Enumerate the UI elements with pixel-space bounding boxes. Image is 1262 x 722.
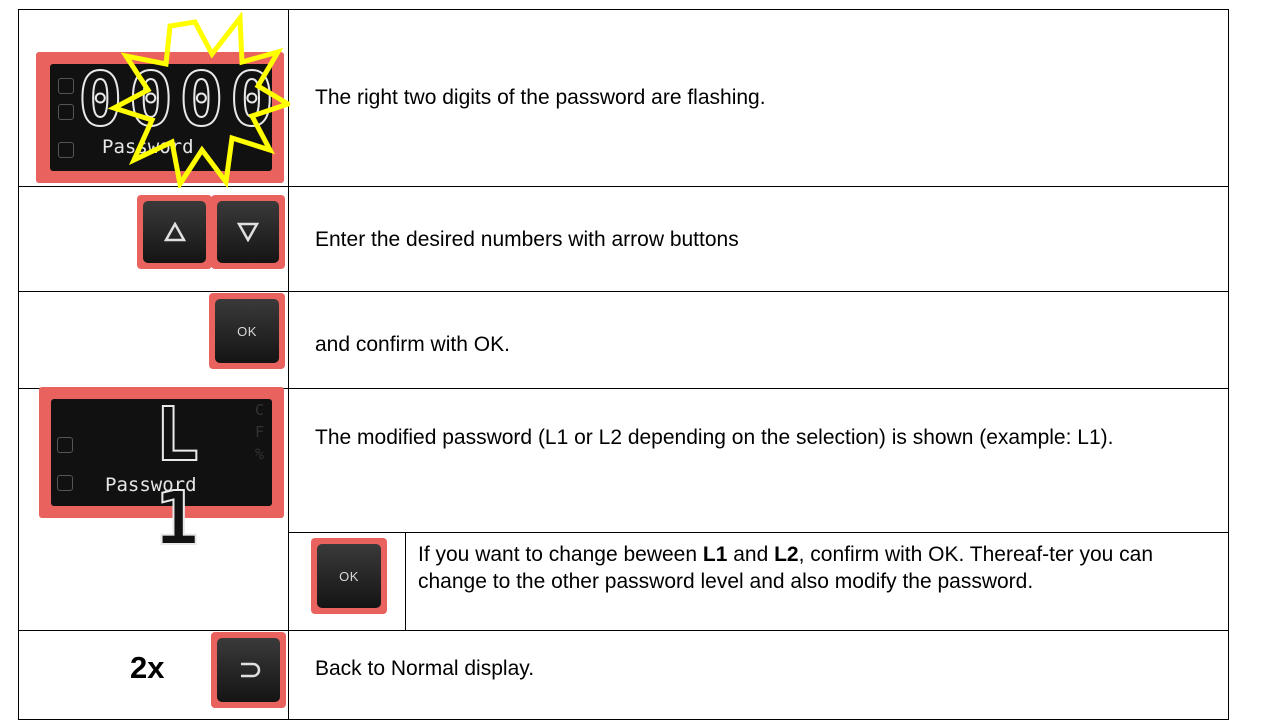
row3-text: and confirm with OK. (315, 333, 510, 356)
display-status-icon (57, 475, 73, 491)
password-display-l1: L 1 C F % Password (39, 387, 284, 562)
row4-sub-text: If you want to change beween L1 and L2, … (418, 541, 1218, 595)
side-letter: F (255, 423, 265, 441)
display-status-icon (58, 78, 74, 94)
ok-button-2[interactable]: OK (311, 538, 387, 614)
display-status-icon (58, 142, 74, 158)
return-icon (240, 662, 260, 678)
up-triangle-icon (163, 222, 186, 242)
ok-button-label: OK (237, 323, 257, 339)
display-status-icon (57, 437, 73, 453)
down-arrow-button[interactable] (211, 195, 285, 269)
return-button[interactable] (211, 632, 286, 708)
side-letter: C (255, 401, 265, 419)
row1-text: The right two digits of the password are… (315, 86, 766, 109)
up-arrow-button[interactable] (137, 195, 212, 269)
sub-text-1: If you want to change beween (418, 543, 703, 566)
row-divider (19, 291, 1228, 292)
ok-button[interactable]: OK (209, 293, 285, 369)
row-divider (288, 532, 1228, 533)
ok-button-label: OK (339, 568, 359, 584)
row-divider (19, 630, 1228, 631)
password-label: Password (105, 474, 197, 496)
sub-column-divider (405, 532, 406, 630)
row2-text: Enter the desired numbers with arrow but… (315, 228, 739, 251)
display-status-icon (58, 104, 74, 120)
level-l1-bold: L1 (702, 543, 728, 566)
side-letter: % (255, 445, 265, 463)
sub-text-2: and (727, 543, 775, 566)
row5-text: Back to Normal display. (315, 657, 535, 680)
repeat-count: 2x (130, 650, 165, 685)
level-l2-bold: L2 (774, 543, 799, 566)
row4-text: The modified password (L1 or L2 dependin… (315, 426, 1114, 449)
down-triangle-icon (237, 222, 259, 242)
flash-starburst-icon (107, 12, 290, 188)
